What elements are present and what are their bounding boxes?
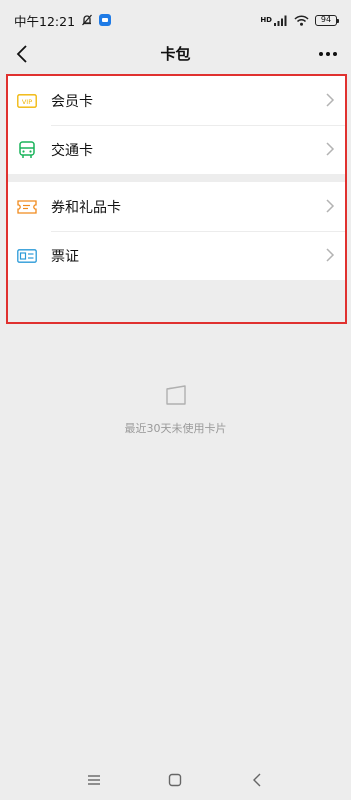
system-nav-bar — [0, 760, 351, 800]
list-item-member-card[interactable]: VIP 会员卡 — [8, 76, 345, 125]
chevron-right-icon — [326, 142, 335, 156]
coupon-icon — [16, 196, 38, 218]
list-item-tickets[interactable]: 票证 — [8, 231, 345, 280]
list-item-transit-card[interactable]: 交通卡 — [8, 125, 345, 174]
home-button[interactable] — [165, 770, 185, 790]
chevron-right-icon — [326, 248, 335, 262]
menu-button[interactable] — [84, 770, 104, 790]
back-triangle-icon — [253, 773, 261, 787]
list-item-label: 票证 — [51, 248, 79, 265]
signal-icon — [274, 15, 287, 26]
battery-level: 94 — [320, 15, 332, 24]
empty-card-icon — [165, 385, 186, 405]
list-item-coupons-gift-cards[interactable]: 券和礼品卡 — [8, 182, 345, 231]
app-notification-icon — [99, 14, 112, 26]
more-button[interactable] — [315, 42, 341, 66]
battery-icon: 94 — [315, 14, 339, 26]
more-dots-icon — [319, 52, 337, 56]
ticket-id-icon — [16, 245, 38, 267]
status-time: 中午12:21 — [14, 13, 76, 29]
notification-muted-icon — [82, 14, 93, 26]
wifi-icon — [294, 14, 309, 26]
nav-bar: 卡包 — [0, 40, 351, 68]
card-list-highlight: VIP 会员卡 交通卡 券和礼品卡 票证 — [6, 74, 347, 324]
system-back-button[interactable] — [247, 770, 267, 790]
page-title: 卡包 — [160, 45, 191, 63]
card-group-2: 券和礼品卡 票证 — [8, 182, 345, 280]
chevron-right-icon — [326, 93, 335, 107]
home-square-icon — [168, 773, 182, 787]
status-bar: 中午12:21 HD 94 — [0, 0, 351, 40]
bus-icon — [16, 139, 38, 161]
card-group-1: VIP 会员卡 交通卡 — [8, 76, 345, 174]
empty-state-text: 最近30天未使用卡片 — [124, 422, 227, 435]
list-item-label: 券和礼品卡 — [51, 199, 121, 216]
list-item-label: 会员卡 — [51, 93, 93, 110]
vip-card-icon: VIP — [16, 90, 38, 112]
network-label: HD — [260, 16, 272, 24]
svg-text:VIP: VIP — [22, 98, 32, 106]
menu-lines-icon — [88, 775, 100, 785]
status-right: HD 94 — [260, 14, 339, 26]
empty-state: 最近30天未使用卡片 — [0, 384, 351, 436]
chevron-right-icon — [326, 199, 335, 213]
status-left: 中午12:21 — [14, 11, 112, 30]
list-item-label: 交通卡 — [51, 142, 93, 159]
